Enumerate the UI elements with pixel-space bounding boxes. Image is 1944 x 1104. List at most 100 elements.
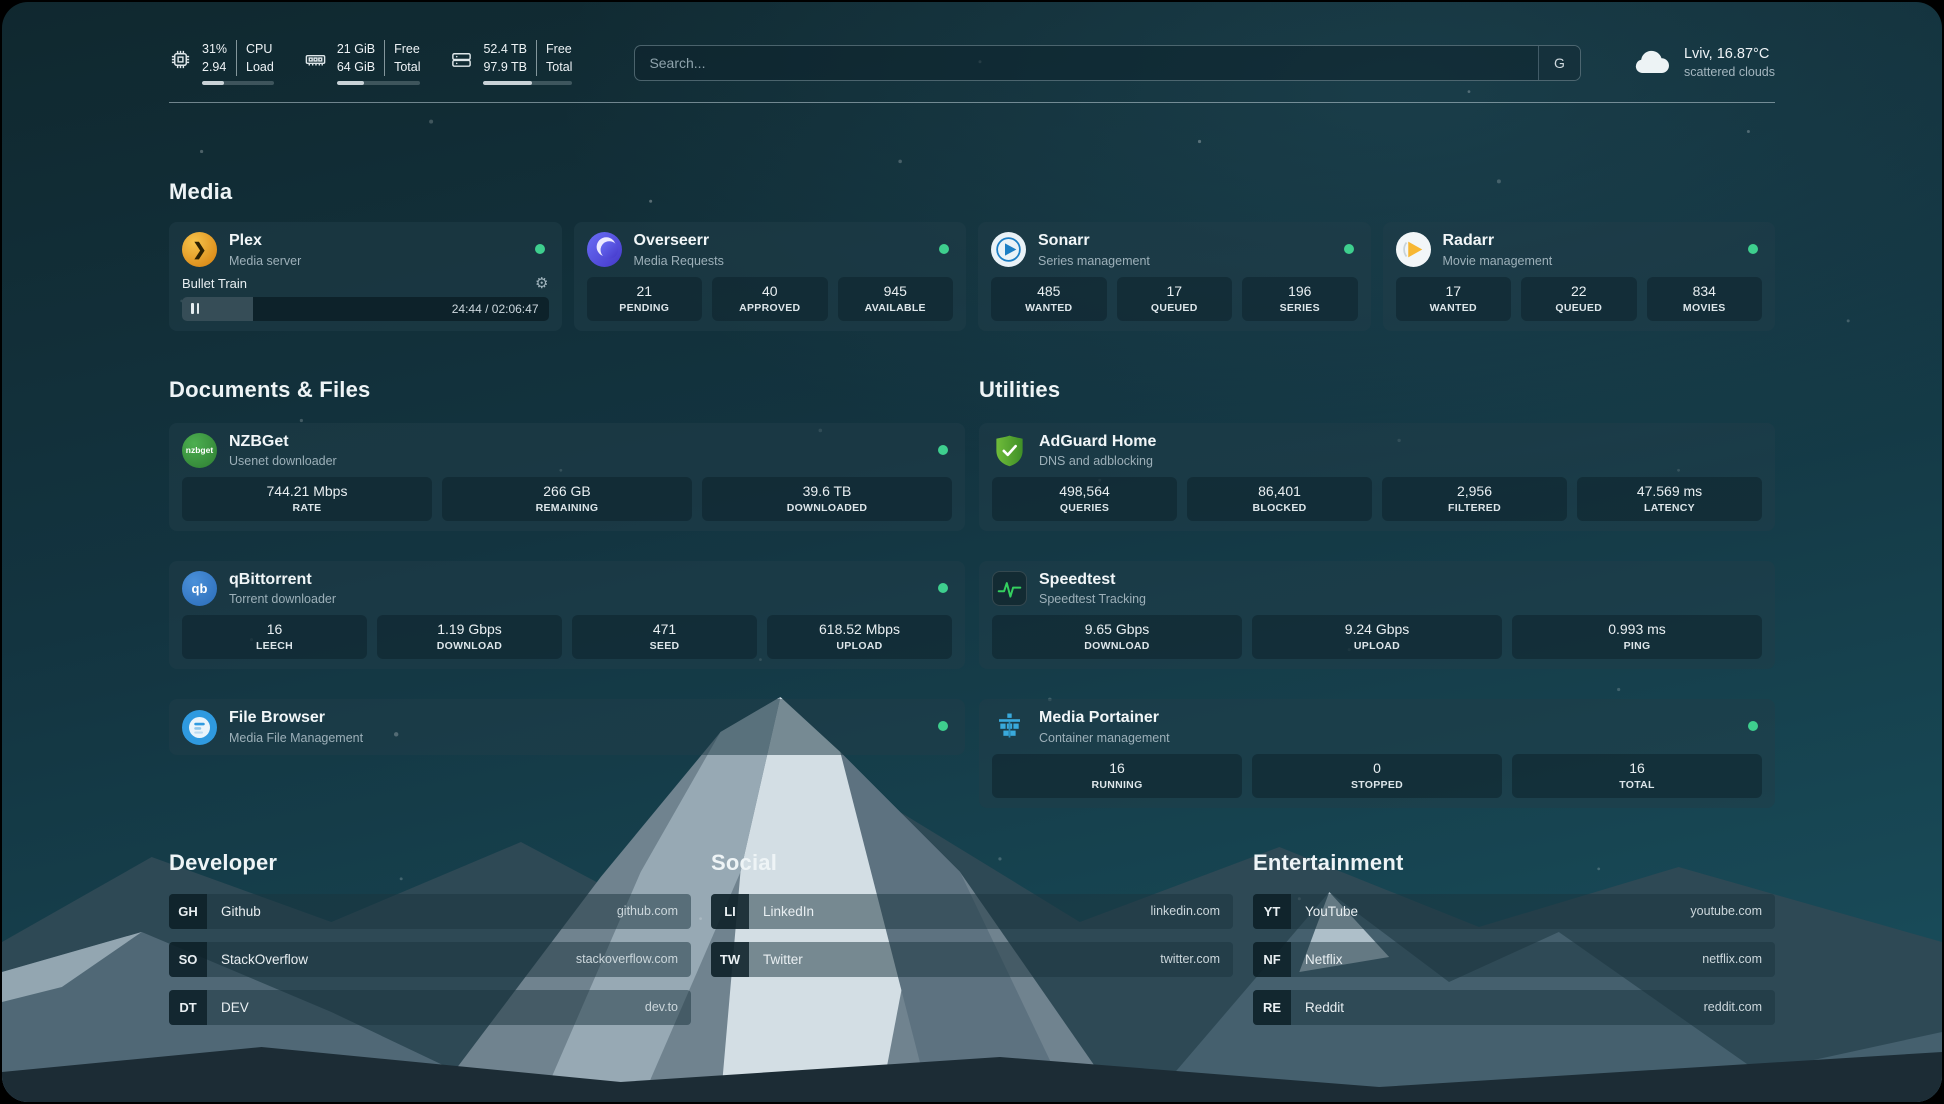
app-subtitle: Media File Management <box>229 731 363 745</box>
stat-queued: 22QUEUED <box>1521 277 1637 321</box>
stat-filtered: 2,956FILTERED <box>1382 477 1567 521</box>
status-dot <box>938 583 948 593</box>
app-name: File Browser <box>229 709 363 727</box>
app-card-sonarr[interactable]: Sonarr Series management 485WANTED 17QUE… <box>978 222 1371 330</box>
cpu-metric: 31%2.94 CPULoad <box>169 40 274 85</box>
stat-approved: 40APPROVED <box>712 277 828 321</box>
bookmark-url: netflix.com <box>1702 952 1762 966</box>
stat-wanted: 485WANTED <box>991 277 1107 321</box>
bookmark-url: linkedin.com <box>1151 904 1220 918</box>
header-divider <box>169 102 1775 103</box>
cloud-icon <box>1633 49 1671 76</box>
app-card-radarr[interactable]: Radarr Movie management 17WANTED 22QUEUE… <box>1383 222 1776 330</box>
qbittorrent-icon: qb <box>182 571 217 606</box>
stat-upload: 9.24 GbpsUPLOAD <box>1252 615 1502 659</box>
app-card-qbittorrent[interactable]: qb qBittorrent Torrent downloader 16LEEC… <box>169 561 965 669</box>
memory-icon <box>304 48 327 71</box>
weather-widget: Lviv, 16.87°C scattered clouds <box>1633 46 1775 79</box>
bookmark-github[interactable]: GH Github github.com <box>169 894 691 929</box>
bookmark-url: twitter.com <box>1160 952 1220 966</box>
bookmark-url: dev.to <box>645 1000 678 1014</box>
bookmark-abbr: DT <box>169 990 207 1025</box>
search-engine-button[interactable]: G <box>1538 46 1580 80</box>
bookmark-abbr: TW <box>711 942 749 977</box>
memory-metric: 21 GiB64 GiB FreeTotal <box>304 40 421 85</box>
storage-usage-bar <box>483 81 572 85</box>
stat-upload: 618.52 MbpsUPLOAD <box>767 615 952 659</box>
bookmark-netflix[interactable]: NF Netflix netflix.com <box>1253 942 1775 977</box>
app-card-filebrowser[interactable]: File Browser Media File Management <box>169 699 965 754</box>
portainer-icon <box>992 710 1027 745</box>
stat-total: 16TOTAL <box>1512 754 1762 798</box>
stat-movies: 834MOVIES <box>1647 277 1763 321</box>
bookmark-name: Github <box>221 904 261 919</box>
bookmark-abbr: YT <box>1253 894 1291 929</box>
storage-icon <box>450 48 473 71</box>
bookmark-reddit[interactable]: RE Reddit reddit.com <box>1253 990 1775 1025</box>
overseerr-icon <box>587 232 622 267</box>
section-title-media: Media <box>169 179 1775 205</box>
storage-metric: 52.4 TB97.9 TB FreeTotal <box>450 40 572 85</box>
app-subtitle: Media Requests <box>634 254 724 268</box>
search-input[interactable] <box>635 46 1538 80</box>
app-card-portainer[interactable]: Media Portainer Container management 16R… <box>979 699 1775 807</box>
gear-icon[interactable]: ⚙ <box>535 276 548 291</box>
bookmark-twitter[interactable]: TW Twitter twitter.com <box>711 942 1233 977</box>
memory-labels: FreeTotal <box>384 40 420 76</box>
stat-available: 945AVAILABLE <box>838 277 954 321</box>
app-subtitle: DNS and adblocking <box>1039 454 1156 468</box>
bookmark-name: StackOverflow <box>221 952 308 967</box>
stat-seed: 471SEED <box>572 615 757 659</box>
bookmark-linkedin[interactable]: LI LinkedIn linkedin.com <box>711 894 1233 929</box>
stat-leech: 16LEECH <box>182 615 367 659</box>
bookmark-group-developer: Developer GH Github github.com SO StackO… <box>169 850 691 1038</box>
app-name: Radarr <box>1443 232 1553 250</box>
system-metrics: 31%2.94 CPULoad <box>169 40 572 85</box>
bookmark-abbr: LI <box>711 894 749 929</box>
app-name: AdGuard Home <box>1039 433 1156 451</box>
bookmark-dev[interactable]: DT DEV dev.to <box>169 990 691 1025</box>
bookmark-url: reddit.com <box>1704 1000 1762 1014</box>
bookmark-stackoverflow[interactable]: SO StackOverflow stackoverflow.com <box>169 942 691 977</box>
dashboard-content: 31%2.94 CPULoad <box>2 2 1942 1102</box>
speedtest-icon <box>992 571 1027 606</box>
storage-labels: FreeTotal <box>536 40 572 76</box>
cpu-usage-bar <box>202 81 274 85</box>
app-name: NZBGet <box>229 433 337 451</box>
cpu-labels: CPULoad <box>236 40 274 76</box>
app-card-speedtest[interactable]: Speedtest Speedtest Tracking 9.65 GbpsDO… <box>979 561 1775 669</box>
app-card-overseerr[interactable]: Overseerr Media Requests 21PENDING 40APP… <box>574 222 967 330</box>
stat-remaining: 266 GBREMAINING <box>442 477 692 521</box>
status-dot <box>535 244 545 254</box>
app-card-plex[interactable]: ❯ Plex Media server Bullet Train ⚙ <box>169 222 562 330</box>
app-name: Plex <box>229 232 301 250</box>
bookmark-group-social: Social LI LinkedIn linkedin.com TW Twitt… <box>711 850 1233 1038</box>
app-subtitle: Container management <box>1039 731 1170 745</box>
bookmark-group-title: Entertainment <box>1253 850 1775 876</box>
nzbget-icon: nzbget <box>182 433 217 468</box>
app-subtitle: Series management <box>1038 254 1150 268</box>
playback-progress-bar[interactable]: 24:44 / 02:06:47 <box>182 297 549 321</box>
now-playing-title: Bullet Train <box>182 276 247 291</box>
bookmark-url: stackoverflow.com <box>576 952 678 966</box>
bookmark-youtube[interactable]: YT YouTube youtube.com <box>1253 894 1775 929</box>
app-card-adguard[interactable]: AdGuard Home DNS and adblocking 498,564Q… <box>979 423 1775 531</box>
stat-rate: 744.21 MbpsRATE <box>182 477 432 521</box>
bookmark-abbr: NF <box>1253 942 1291 977</box>
section-media: Media ❯ Plex Media server <box>169 179 1775 330</box>
app-subtitle: Movie management <box>1443 254 1553 268</box>
pause-icon[interactable] <box>191 303 199 314</box>
status-dot <box>1344 244 1354 254</box>
weather-condition: scattered clouds <box>1684 65 1775 79</box>
section-title-documents: Documents & Files <box>169 377 965 403</box>
app-name: qBittorrent <box>229 571 336 589</box>
cpu-chip-icon <box>169 48 192 71</box>
app-name: Media Portainer <box>1039 709 1170 727</box>
bookmark-name: Twitter <box>763 952 803 967</box>
app-card-nzbget[interactable]: nzbget NZBGet Usenet downloader 744.21 M… <box>169 423 965 531</box>
media-grid: ❯ Plex Media server Bullet Train ⚙ <box>169 222 1775 330</box>
memory-usage-bar <box>337 81 421 85</box>
playback-time: 24:44 / 02:06:47 <box>452 302 539 316</box>
bookmarks-area: Developer GH Github github.com SO StackO… <box>169 850 1775 1038</box>
bookmark-group-title: Social <box>711 850 1233 876</box>
